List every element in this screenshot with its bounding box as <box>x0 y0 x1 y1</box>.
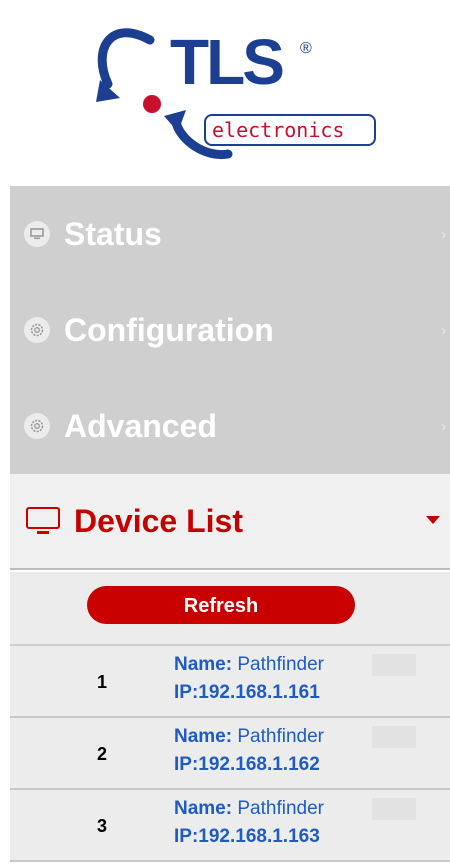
sidebar-item-advanced[interactable]: Advanced › <box>10 378 450 474</box>
chevron-right-icon: › <box>441 322 446 338</box>
logo-wordmark: TLS <box>170 26 285 98</box>
sidebar-item-label: Configuration <box>64 311 274 348</box>
device-row[interactable]: 3 Name: Pathfinder IP:192.168.1.163 <box>10 790 450 862</box>
device-name-value: Pathfinder <box>237 798 324 819</box>
device-ip-link[interactable]: IP:192.168.1.163 <box>174 826 320 848</box>
device-name-field-bg <box>372 654 416 676</box>
logo-subtitle: electronics <box>204 114 376 146</box>
device-index: 3 <box>97 816 108 836</box>
refresh-button[interactable]: Refresh <box>87 586 355 624</box>
device-index: 2 <box>97 744 108 764</box>
device-name[interactable]: Name: Pathfinder <box>174 726 324 748</box>
gear-icon <box>24 413 50 439</box>
device-ip-link[interactable]: IP:192.168.1.161 <box>174 682 320 704</box>
device-name[interactable]: Name: Pathfinder <box>174 654 324 676</box>
device-name-field-bg <box>372 798 416 820</box>
sidebar-item-label: Status <box>64 215 162 252</box>
device-name-value: Pathfinder <box>237 654 324 675</box>
brand-logo: TLS ® electronics <box>0 0 450 186</box>
sidebar-item-device-list[interactable]: Device List <box>10 474 450 570</box>
chevron-right-icon: › <box>441 226 446 242</box>
device-name-label: Name: <box>174 654 233 675</box>
device-name-label: Name: <box>174 726 233 747</box>
refresh-row: Refresh <box>10 572 450 646</box>
device-name-value: Pathfinder <box>237 726 324 747</box>
device-row[interactable]: 1 Name: Pathfinder IP:192.168.1.161 <box>10 646 450 718</box>
registered-mark: ® <box>300 40 312 57</box>
device-index: 1 <box>97 672 108 692</box>
sidebar-menu: Status › Configuration › Advanced › <box>10 186 450 474</box>
device-name-field-bg <box>372 726 416 748</box>
sidebar-item-configuration[interactable]: Configuration › <box>10 282 450 378</box>
chevron-right-icon: › <box>441 418 446 434</box>
device-name[interactable]: Name: Pathfinder <box>174 798 324 820</box>
device-name-label: Name: <box>174 798 233 819</box>
gear-icon <box>24 317 50 343</box>
device-row[interactable]: 2 Name: Pathfinder IP:192.168.1.162 <box>10 718 450 790</box>
device-list-title: Device List <box>74 502 243 539</box>
monitor-icon <box>24 221 50 247</box>
monitor-icon <box>26 507 60 535</box>
sidebar-item-label: Advanced <box>64 407 217 444</box>
device-ip-link[interactable]: IP:192.168.1.162 <box>174 754 320 776</box>
caret-down-icon <box>426 516 440 524</box>
sidebar-item-status[interactable]: Status › <box>10 186 450 282</box>
